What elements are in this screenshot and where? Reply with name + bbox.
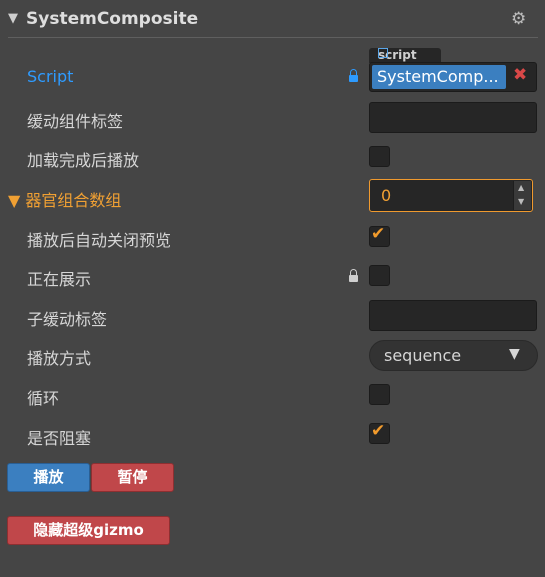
- script-label: Script: [27, 67, 74, 86]
- anim-label-input[interactable]: [369, 102, 537, 133]
- play-button[interactable]: 播放: [7, 463, 90, 492]
- organ-group-count-value: 0: [381, 186, 392, 205]
- loop-row: 循环: [0, 378, 545, 414]
- organ-group-count-input[interactable]: 0 ▲ ▼: [369, 179, 533, 212]
- number-stepper[interactable]: ▲ ▼: [513, 181, 531, 210]
- auto-close-preview-checkbox[interactable]: ✔: [369, 224, 390, 247]
- checkmark-icon: ✔: [371, 224, 386, 244]
- organ-group-text: 器官组合数组: [25, 191, 122, 210]
- header-divider: [8, 37, 538, 38]
- lock-icon: [349, 69, 358, 82]
- auto-close-preview-label: 播放后自动关闭预览: [27, 231, 172, 250]
- component-header[interactable]: ▼ SystemComposite ⚙: [0, 0, 545, 38]
- play-mode-select[interactable]: sequence ▼: [369, 340, 538, 371]
- script-field[interactable]: SystemComp... ✖: [369, 62, 537, 92]
- play-after-load-row: 加载完成后播放: [0, 140, 545, 176]
- organ-group-label[interactable]: ▼ 器官组合数组: [8, 187, 121, 211]
- stepper-up-icon[interactable]: ▲: [518, 183, 524, 192]
- loop-checkbox[interactable]: [369, 384, 390, 405]
- external-link-icon[interactable]: [378, 48, 388, 58]
- blocking-row: 是否阻塞: [0, 418, 545, 454]
- collapse-triangle-icon[interactable]: ▼: [8, 11, 18, 26]
- close-icon[interactable]: ✖: [513, 65, 527, 85]
- play-after-load-label: 加载完成后播放: [27, 151, 140, 170]
- script-name[interactable]: SystemComp...: [372, 65, 506, 89]
- blocking-label: 是否阻塞: [27, 429, 92, 448]
- loop-label: 循环: [27, 389, 60, 408]
- hide-gizmo-button[interactable]: 隐藏超级gizmo: [7, 516, 170, 545]
- pause-button[interactable]: 暂停: [91, 463, 174, 492]
- checkmark-icon: ✔: [371, 421, 386, 441]
- stepper-down-icon[interactable]: ▼: [518, 197, 524, 206]
- script-tag[interactable]: script: [369, 48, 441, 63]
- play-mode-value: sequence: [384, 346, 462, 365]
- component-title: SystemComposite: [26, 9, 199, 29]
- anim-label-label: 缓动组件标签: [27, 112, 124, 131]
- auto-close-preview-row: 播放后自动关闭预览: [0, 220, 545, 256]
- showing-label: 正在展示: [27, 270, 92, 289]
- showing-checkbox[interactable]: [369, 265, 390, 286]
- lock-icon: [349, 269, 358, 282]
- expand-triangle-icon[interactable]: ▼: [8, 191, 20, 210]
- sub-anim-label-input[interactable]: [369, 300, 537, 331]
- sub-anim-label-label: 子缓动标签: [27, 310, 108, 329]
- chevron-down-icon: ▼: [509, 346, 520, 362]
- play-mode-label: 播放方式: [27, 349, 92, 368]
- showing-row: 正在展示: [0, 259, 545, 295]
- gear-icon[interactable]: ⚙: [511, 9, 526, 29]
- blocking-checkbox[interactable]: ✔: [369, 421, 390, 444]
- play-after-load-checkbox[interactable]: [369, 146, 390, 167]
